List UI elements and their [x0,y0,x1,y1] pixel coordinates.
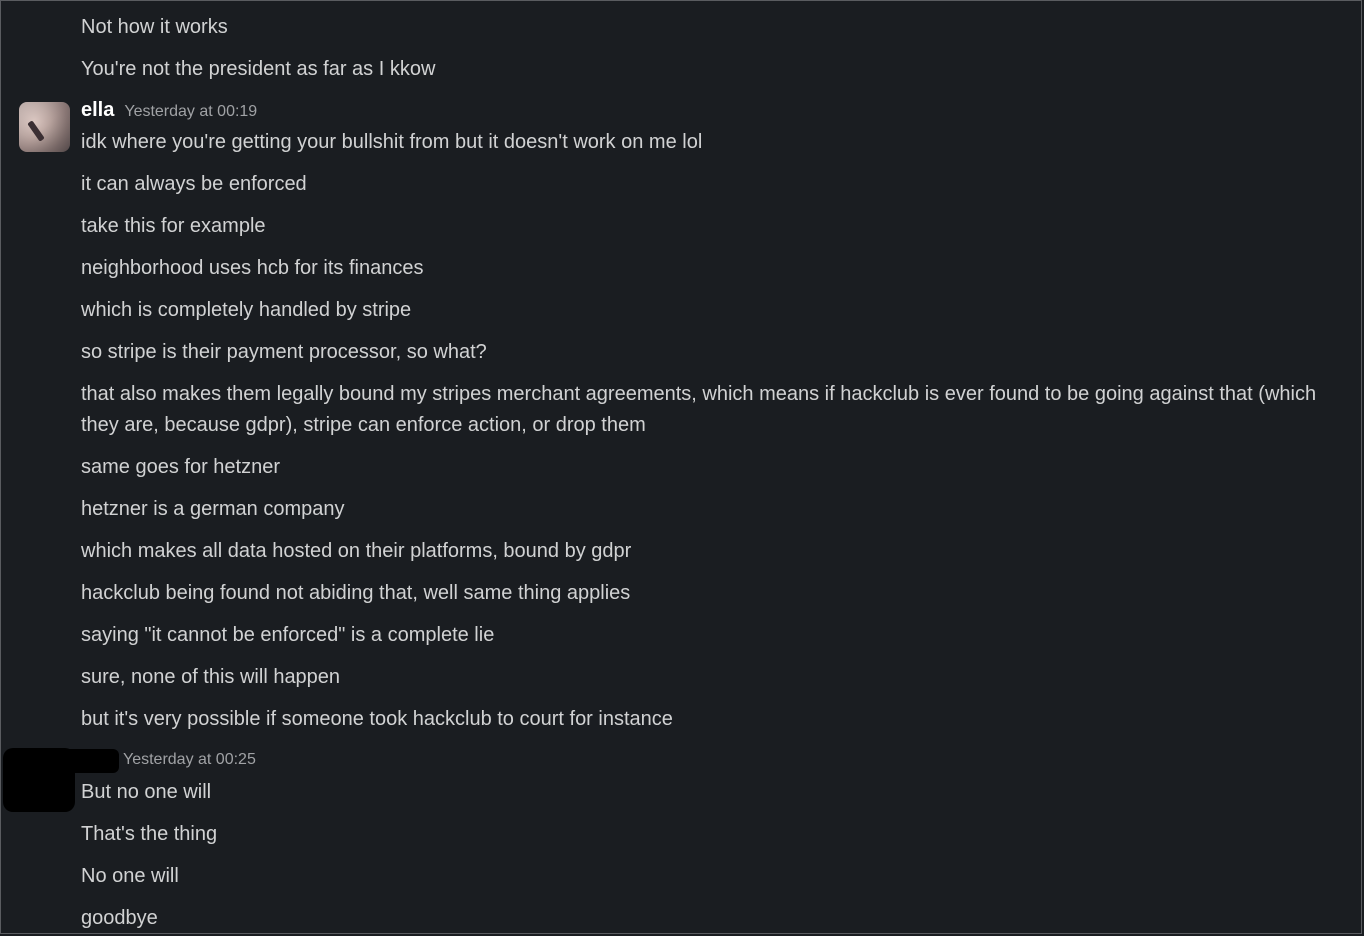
message-text: hackclub being found not abiding that, w… [81,582,631,604]
author-name[interactable]: ella [81,99,114,122]
message-header: Yesterday at 00:25 [123,751,256,769]
message-text: neighborhood uses hcb for its finances [81,257,424,279]
avatar[interactable] [19,102,70,152]
message-header: ella Yesterday at 00:19 [81,99,257,122]
message-text: But no one will [81,781,212,803]
message-pane: Not how it works You're not the presiden… [0,0,1362,934]
redacted-author-name [59,749,119,773]
message-text: Not how it works [81,16,228,38]
timestamp[interactable]: Yesterday at 00:19 [124,103,257,121]
message-text: goodbye [81,907,158,929]
avatar-image [19,102,70,152]
message-text: sure, none of this will happen [81,666,341,688]
message-text: so stripe is their payment processor, so… [81,341,487,363]
message-text: same goes for hetzner [81,456,280,478]
message-text: idk where you're getting your bullshit f… [81,131,703,153]
message-text: hetzner is a german company [81,498,345,520]
timestamp[interactable]: Yesterday at 00:25 [123,751,256,769]
message-text: which makes all data hosted on their pla… [81,540,632,562]
message-text: but it's very possible if someone took h… [81,708,673,730]
message-text: take this for example [81,215,266,237]
message-text: No one will [81,865,179,887]
message-text: That's the thing [81,823,218,845]
message-text: it can always be enforced [81,173,307,195]
message-text: which is completely handled by stripe [81,299,412,321]
message-text: You're not the president as far as I kko… [81,58,436,80]
message-text: saying "it cannot be enforced" is a comp… [81,624,495,646]
message-text: that also makes them legally bound my st… [81,383,1317,436]
